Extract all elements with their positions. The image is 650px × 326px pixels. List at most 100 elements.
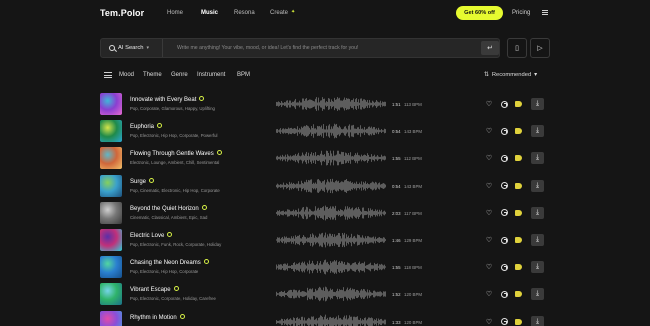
download-button[interactable]: ⤓ <box>531 125 544 138</box>
download-button[interactable]: ⤓ <box>531 315 544 326</box>
download-button[interactable]: ⤓ <box>531 206 544 219</box>
heart-icon[interactable]: ♡ <box>485 100 493 108</box>
heart-icon[interactable]: ♡ <box>485 182 493 190</box>
waveform[interactable] <box>276 286 386 302</box>
track-title[interactable]: Chasing the Neon Dreams <box>130 259 209 266</box>
menu-icon[interactable] <box>542 10 548 15</box>
track-cover[interactable] <box>100 283 122 306</box>
waveform[interactable] <box>276 259 386 275</box>
waveform[interactable] <box>276 96 386 112</box>
download-button[interactable]: ⤓ <box>531 261 544 274</box>
track-row[interactable]: Beyond the Quiet Horizon Cinematic, Clas… <box>100 201 550 226</box>
nav-music[interactable]: Music <box>201 10 218 16</box>
waveform[interactable] <box>276 232 386 248</box>
track-row[interactable]: Surge Pop, Cinematic, Electronic, Hip Ho… <box>100 174 550 199</box>
waveform[interactable] <box>276 205 386 221</box>
heart-icon[interactable]: ♡ <box>485 209 493 217</box>
download-button[interactable]: ⤓ <box>531 234 544 246</box>
waveform[interactable] <box>276 123 386 139</box>
promo-button[interactable]: Get 60% off <box>456 6 503 20</box>
tag-icon[interactable] <box>515 209 522 216</box>
track-row[interactable]: Flowing Through Gentle Waves Electronic,… <box>100 147 550 171</box>
nav-resona[interactable]: Resona <box>234 10 255 16</box>
track-row[interactable]: Euphoria Pop, Electronic, Hip Hop, Corpo… <box>100 120 550 144</box>
share-icon[interactable] <box>500 182 508 190</box>
waveform[interactable] <box>276 178 386 194</box>
share-icon[interactable] <box>500 290 508 298</box>
document-search-button[interactable]: ▯ <box>507 38 527 58</box>
download-button[interactable]: ⤓ <box>531 98 544 110</box>
track-title[interactable]: Flowing Through Gentle Waves <box>130 150 222 157</box>
waveform-bar <box>374 102 375 106</box>
search-input[interactable] <box>177 43 477 53</box>
waveform-bar <box>321 264 322 270</box>
share-icon[interactable] <box>500 127 508 135</box>
tag-icon[interactable] <box>515 318 522 325</box>
tag-icon[interactable] <box>515 291 522 298</box>
download-button[interactable]: ⤓ <box>531 152 544 165</box>
track-title[interactable]: Vibrant Escape <box>130 286 179 293</box>
track-cover[interactable] <box>100 310 122 326</box>
track-cover[interactable] <box>100 93 122 115</box>
waveform-bar <box>289 318 290 325</box>
sort-dropdown[interactable]: ⇅ Recommended ▾ <box>484 72 537 78</box>
search-mode-select[interactable]: AI Search ▾ <box>101 39 163 57</box>
download-button[interactable]: ⤓ <box>531 288 544 301</box>
tag-icon[interactable] <box>515 155 522 162</box>
track-row[interactable]: Innovate with Every Beat Pop, Corporate,… <box>100 93 550 117</box>
heart-icon[interactable]: ♡ <box>485 263 493 271</box>
share-icon[interactable] <box>500 236 508 244</box>
track-cover[interactable] <box>100 120 122 143</box>
nav-pricing[interactable]: Pricing <box>512 10 530 16</box>
tag-icon[interactable] <box>515 237 522 243</box>
share-icon[interactable] <box>500 263 508 271</box>
track-cover[interactable] <box>100 201 122 224</box>
track-row[interactable]: Electric Love Pop, Electronic, Funk, Roc… <box>100 229 550 253</box>
waveform-bar <box>371 293 372 296</box>
heart-icon[interactable]: ♡ <box>485 127 493 135</box>
share-icon[interactable] <box>500 100 508 108</box>
filter-theme[interactable]: Theme <box>143 72 162 78</box>
nav-home[interactable]: Home <box>167 10 183 16</box>
track-title[interactable]: Electric Love <box>130 232 173 239</box>
download-button[interactable]: ⤓ <box>531 179 544 192</box>
track-title[interactable]: Rhythm in Motion <box>130 313 185 321</box>
share-icon[interactable] <box>500 318 508 326</box>
sliders-icon[interactable] <box>104 72 112 78</box>
tag-icon[interactable] <box>515 101 522 107</box>
heart-icon[interactable]: ♡ <box>485 154 493 162</box>
track-title[interactable]: Surge <box>130 177 155 185</box>
track-row[interactable]: Rhythm in Motion 1:33 120 BPM ♡ ⤓ <box>100 310 550 326</box>
filter-genre[interactable]: Genre <box>171 72 188 78</box>
filter-bpm[interactable]: BPM <box>237 72 250 78</box>
heart-icon[interactable]: ♡ <box>485 236 493 244</box>
share-icon[interactable] <box>500 154 508 162</box>
filter-mood[interactable]: Mood <box>119 72 134 78</box>
waveform-bar <box>379 209 380 217</box>
track-row[interactable]: Vibrant Escape Pop, Electronic, Corporat… <box>100 283 550 307</box>
track-cover[interactable] <box>100 256 122 279</box>
heart-icon[interactable]: ♡ <box>485 290 493 298</box>
video-search-button[interactable]: ▷ <box>530 38 550 58</box>
waveform-bar <box>299 156 300 161</box>
waveform[interactable] <box>276 150 386 166</box>
track-cover[interactable] <box>100 229 122 251</box>
waveform[interactable] <box>276 314 386 326</box>
track-cover[interactable] <box>100 174 122 197</box>
filter-instrument[interactable]: Instrument <box>197 72 225 78</box>
waveform-bar <box>342 100 343 108</box>
waveform-bar <box>339 182 340 189</box>
heart-icon[interactable]: ♡ <box>485 318 493 326</box>
track-cover[interactable] <box>100 147 122 170</box>
logo[interactable]: Tem.Polor <box>100 8 144 18</box>
track-title[interactable]: Innovate with Every Beat <box>130 96 205 103</box>
track-row[interactable]: Chasing the Neon Dreams Pop, Electronic,… <box>100 256 550 280</box>
track-title[interactable]: Beyond the Quiet Horizon <box>130 204 207 212</box>
tag-icon[interactable] <box>515 128 522 135</box>
track-title[interactable]: Euphoria <box>130 123 163 130</box>
nav-create[interactable]: Create <box>270 10 288 16</box>
share-icon[interactable] <box>500 209 508 217</box>
tag-icon[interactable] <box>515 182 522 189</box>
tag-icon[interactable] <box>515 264 522 271</box>
submit-search-button[interactable]: ↵ <box>481 41 499 55</box>
